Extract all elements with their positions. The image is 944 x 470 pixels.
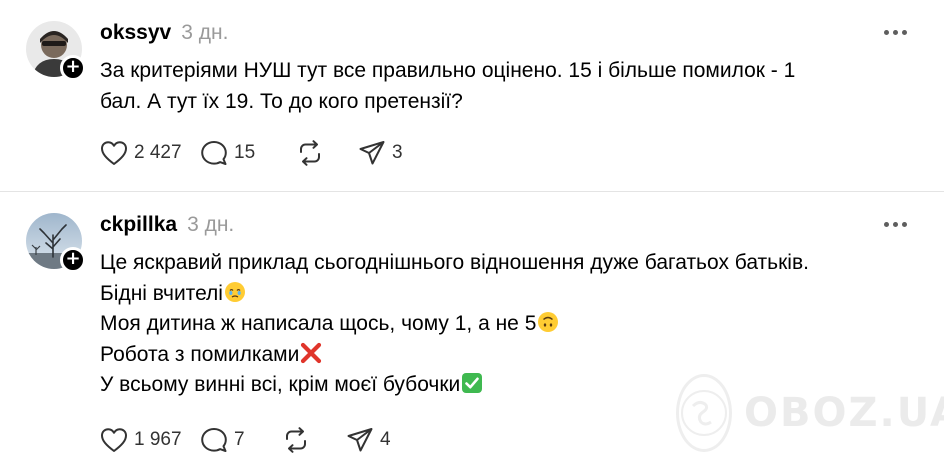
post-text-line: Робота з помилками	[100, 340, 920, 371]
check-mark-button-icon	[462, 373, 483, 393]
like-count: 2 427	[134, 142, 182, 163]
reply-button[interactable]: 7	[200, 427, 282, 453]
like-button[interactable]: 1 967	[100, 427, 200, 453]
more-options-icon[interactable]	[884, 217, 908, 231]
repost-arrows-icon	[300, 140, 320, 166]
avatar-container: +	[26, 213, 86, 273]
post-text-line: За критеріями НУШ тут все правильно оцін…	[100, 59, 796, 82]
face-holding-back-tears-icon	[224, 281, 245, 302]
heart-icon	[101, 428, 127, 452]
repost-arrows-icon	[286, 427, 306, 453]
timestamp: 3 дн.	[181, 21, 229, 44]
post-text: За критеріями НУШ тут все правильно оцін…	[100, 56, 900, 117]
username[interactable]: ckpillka	[100, 213, 177, 237]
reply-button[interactable]: 15	[200, 140, 296, 166]
send-plane-icon	[347, 428, 373, 452]
share-button[interactable]: 3	[358, 140, 403, 166]
send-plane-icon	[359, 141, 385, 165]
post-text-segment: Це яскравий приклад сьогоднішнього відно…	[100, 251, 809, 274]
action-bar: 1 967 7 4	[100, 427, 391, 453]
post-header: ckpillka 3 дн.	[100, 213, 234, 239]
cross-mark-icon	[301, 342, 322, 363]
share-count: 4	[380, 429, 391, 450]
repost-button[interactable]	[296, 140, 358, 166]
post-text-line: бал. А тут їх 19. То до кого претензії?	[100, 89, 463, 113]
follow-plus-icon[interactable]: +	[60, 247, 86, 273]
post-text-line: Це яскравий приклад сьогоднішнього відно…	[100, 248, 920, 279]
repost-button[interactable]	[282, 427, 346, 453]
heart-icon	[101, 141, 127, 165]
reply-count: 15	[234, 142, 256, 163]
watermark-text: OBOZ.UA	[744, 390, 944, 436]
post-text-segment: Бідні вчителі	[100, 281, 223, 305]
timestamp: 3 дн.	[187, 213, 235, 236]
like-count: 1 967	[134, 429, 182, 450]
post-text-segment: У всьому винні всі, крім моєї бубочки	[100, 373, 461, 396]
share-count: 3	[392, 142, 403, 163]
post-header: okssyv 3 дн.	[100, 21, 228, 47]
action-bar: 2 427 15 3	[100, 140, 403, 166]
post-text-line: Бідні вчителі	[100, 279, 920, 310]
follow-plus-icon[interactable]: +	[60, 55, 86, 81]
globe-logo-icon	[676, 374, 732, 452]
reply-count: 7	[234, 429, 245, 450]
more-options-icon[interactable]	[884, 25, 908, 39]
share-button[interactable]: 4	[346, 427, 391, 453]
post-text-segment: Моя дитина ж написала щось, чому 1, а не…	[100, 312, 537, 335]
speech-bubble-icon	[201, 428, 227, 452]
post-text-line: Моя дитина ж написала щось, чому 1, а не…	[100, 309, 920, 340]
upside-down-face-icon	[538, 312, 559, 332]
avatar-container: +	[26, 21, 86, 81]
post-text-segment: Робота з помилками	[100, 342, 300, 366]
comment-post: + okssyv 3 дн. За критеріями НУШ тут все…	[0, 0, 944, 191]
like-button[interactable]: 2 427	[100, 140, 200, 166]
watermark: OBOZ.UA	[676, 372, 944, 454]
speech-bubble-icon	[201, 141, 227, 165]
username[interactable]: okssyv	[100, 21, 171, 45]
